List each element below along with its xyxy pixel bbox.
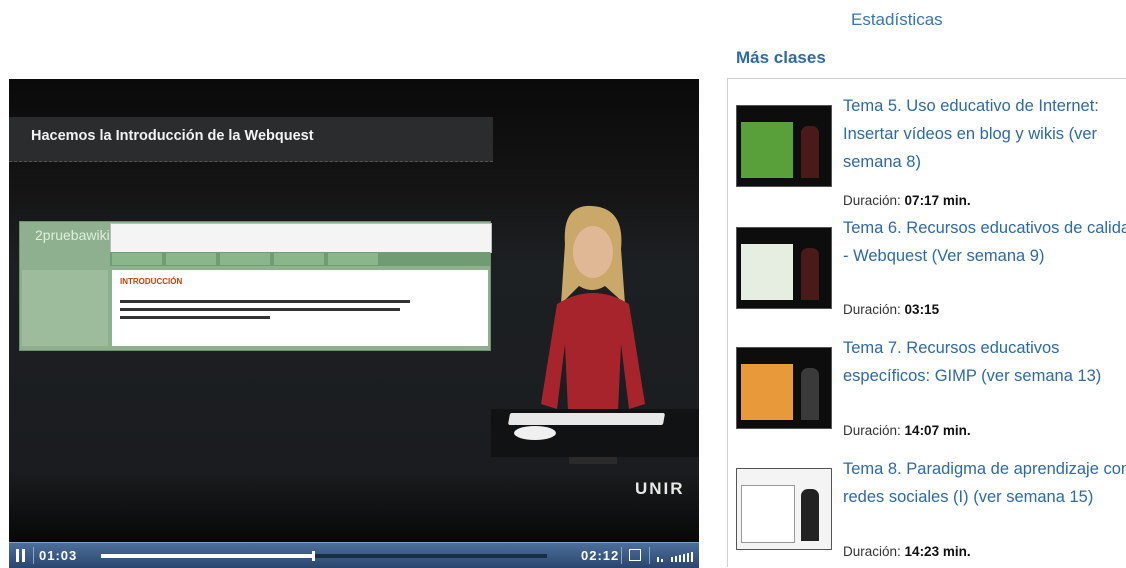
item-title[interactable]: Tema 8. Paradigma de aprendizaje con red… (843, 455, 1126, 511)
volume-icon[interactable] (657, 549, 697, 562)
item-duration: Duración: 07:17 min. (843, 193, 971, 208)
list-item[interactable]: Tema 7. Recursos educativos específicos:… (728, 334, 1126, 454)
list-item[interactable]: Tema 5. Uso educativo de Internet: Inser… (728, 92, 1126, 212)
video-player[interactable]: Hacemos la Introducción de la Webquest 2… (9, 79, 699, 568)
video-thumbnail[interactable] (736, 468, 832, 550)
pause-icon[interactable] (15, 549, 27, 562)
progress-thumb[interactable] (312, 551, 315, 561)
slide-title: Hacemos la Introducción de la Webquest (31, 128, 314, 144)
total-time: 02:12 (581, 548, 620, 563)
progress-bar[interactable] (101, 551, 547, 561)
fullscreen-icon[interactable] (629, 549, 641, 561)
unir-logo: UNIR (635, 479, 685, 498)
progress-fill (101, 554, 313, 558)
wiki-content: INTRODUCCIÓN (112, 270, 488, 346)
item-duration: Duración: 14:07 min. (843, 423, 971, 438)
wiki-brand: 2pruebawiki (35, 227, 110, 243)
class-list: Tema 5. Uso educativo de Internet: Inser… (727, 78, 1126, 567)
item-duration: Duración: 03:15 (843, 302, 940, 317)
list-item[interactable]: Tema 8. Paradigma de aprendizaje con red… (728, 455, 1126, 567)
video-thumbnail[interactable] (736, 105, 832, 187)
wiki-sidebar (22, 270, 108, 346)
mouse (514, 426, 556, 440)
video-thumbnail[interactable] (736, 227, 832, 309)
current-time: 01:03 (39, 548, 78, 563)
video-thumbnail[interactable] (736, 347, 832, 429)
video-frame[interactable]: Hacemos la Introducción de la Webquest 2… (9, 79, 699, 541)
wiki-heading: INTRODUCCIÓN (120, 277, 183, 286)
wiki-editor-toolbar (110, 223, 492, 253)
keyboard (507, 413, 666, 425)
slide-title-bar: Hacemos la Introducción de la Webquest (9, 117, 493, 162)
more-classes-title: Más clases (736, 48, 826, 67)
list-item[interactable]: Tema 6. Recursos educativos de calidad -… (728, 214, 1126, 334)
player-controls: 01:03 02:12 (9, 542, 699, 568)
item-title[interactable]: Tema 7. Recursos educativos específicos:… (843, 334, 1126, 390)
item-title[interactable]: Tema 6. Recursos educativos de calidad -… (843, 214, 1126, 270)
item-title[interactable]: Tema 5. Uso educativo de Internet: Inser… (843, 92, 1126, 176)
item-duration: Duración: 14:23 min. (843, 544, 971, 559)
stats-link[interactable]: Estadísticas (851, 10, 943, 30)
wiki-screenshot: 2pruebawiki INTRODUCCIÓN (19, 221, 492, 351)
wiki-tabs (110, 252, 490, 266)
